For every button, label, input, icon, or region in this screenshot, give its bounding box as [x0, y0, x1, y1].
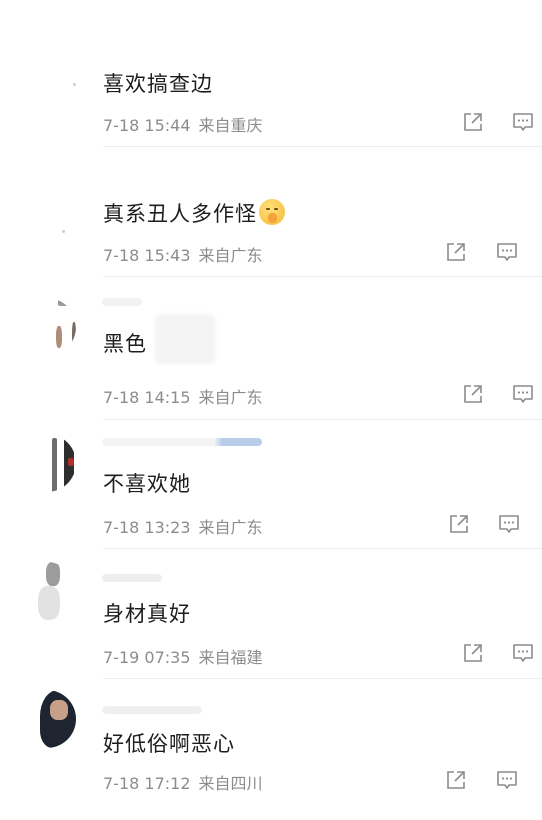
avatar[interactable]: [18, 192, 76, 250]
username-placeholder[interactable]: [102, 574, 162, 582]
comment-text: 真系丑人多作怪: [103, 198, 285, 228]
username-placeholder[interactable]: [102, 298, 142, 306]
comment-text: 喜欢搞查边: [103, 72, 213, 96]
comment-time: 7-18 15:43: [103, 246, 191, 265]
comment-text: 不喜欢她: [103, 472, 191, 496]
comment-item[interactable]: 身材真好 7-19 07:35 来自福建: [0, 560, 542, 690]
username-placeholder[interactable]: [102, 438, 262, 446]
comment-meta: 7-18 13:23 来自广东: [103, 514, 263, 538]
comment-item[interactable]: 黑色 7-18 14:15 来自广东: [0, 292, 542, 422]
avatar[interactable]: [18, 562, 76, 620]
share-icon[interactable]: [444, 240, 468, 264]
comment-location: 来自重庆: [198, 116, 263, 135]
reply-icon[interactable]: [511, 110, 535, 134]
comment-location: 来自广东: [198, 388, 263, 407]
share-icon[interactable]: [461, 382, 485, 406]
blur-patch: [155, 314, 215, 364]
comment-time: 7-18 17:12: [103, 774, 191, 793]
avatar[interactable]: [18, 298, 76, 356]
reply-icon[interactable]: [511, 382, 535, 406]
divider: [103, 419, 542, 420]
reply-icon[interactable]: [497, 512, 521, 536]
avatar[interactable]: [18, 690, 76, 748]
comment-location: 来自四川: [198, 774, 263, 793]
share-icon[interactable]: [447, 512, 471, 536]
comment-meta: 7-18 15:43 来自广东: [103, 242, 263, 266]
comment-location: 来自广东: [198, 518, 263, 537]
divider: [103, 678, 542, 679]
comment-text: 好低俗啊恶心: [103, 732, 235, 756]
comment-text: 身材真好: [103, 602, 191, 626]
share-icon[interactable]: [461, 641, 485, 665]
comment-location: 来自福建: [198, 648, 263, 667]
avatar[interactable]: [18, 434, 76, 492]
comment-meta: 7-19 07:35 来自福建: [103, 644, 263, 668]
comment-text: 黑色: [103, 332, 147, 356]
username-placeholder[interactable]: [102, 706, 202, 714]
comment-item[interactable]: 真系丑人多作怪 7-18 15:43 来自广东: [0, 178, 542, 308]
reply-icon[interactable]: [511, 641, 535, 665]
comment-meta: 7-18 15:44 来自重庆: [103, 112, 263, 136]
share-icon[interactable]: [461, 110, 485, 134]
divider: [103, 548, 542, 549]
comment-item[interactable]: 喜欢搞查边 7-18 15:44 来自重庆: [0, 48, 542, 178]
comment-time: 7-19 07:35: [103, 648, 191, 667]
reply-icon[interactable]: [495, 768, 519, 792]
comment-time: 7-18 15:44: [103, 116, 191, 135]
share-icon[interactable]: [444, 768, 468, 792]
comment-item[interactable]: 不喜欢她 7-18 13:23 来自广东: [0, 430, 542, 560]
comment-text-body: 真系丑人多作怪: [103, 202, 257, 226]
comment-time: 7-18 13:23: [103, 518, 191, 537]
reply-icon[interactable]: [495, 240, 519, 264]
divider: [103, 146, 542, 147]
comment-meta: 7-18 17:12 来自四川: [103, 770, 263, 794]
shushing-face-emoji-icon: [259, 199, 285, 225]
comment-meta: 7-18 14:15 来自广东: [103, 384, 263, 408]
comment-time: 7-18 14:15: [103, 388, 191, 407]
divider: [103, 276, 542, 277]
avatar[interactable]: [18, 58, 76, 116]
comment-location: 来自广东: [198, 246, 263, 265]
